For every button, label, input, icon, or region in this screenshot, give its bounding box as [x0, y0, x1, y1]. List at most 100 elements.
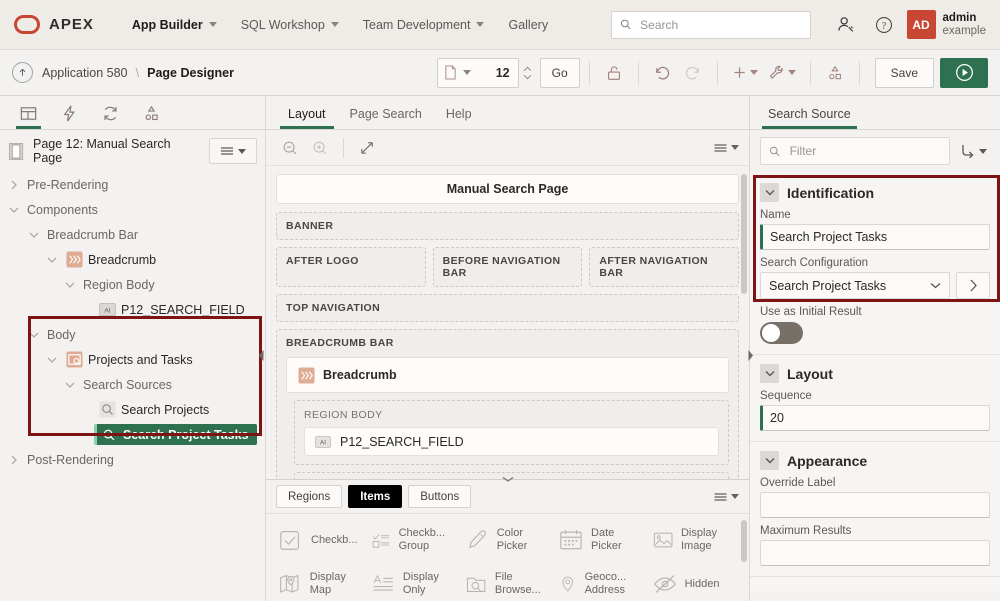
expand-icon[interactable]: [353, 134, 381, 162]
tree-node-search-project-tasks[interactable]: Search Project Tasks: [0, 422, 265, 447]
center-scrollbar[interactable]: [741, 174, 747, 471]
nav-item-gallery[interactable]: Gallery: [496, 8, 560, 42]
layout-item-p12-search-field[interactable]: AI P12_SEARCH_FIELD: [304, 427, 719, 456]
tree-node-region-body[interactable]: Region Body: [0, 272, 265, 297]
gallery-scrollbar[interactable]: [741, 520, 747, 595]
tab-processing[interactable]: [90, 97, 131, 129]
lock-icon[interactable]: [599, 58, 629, 88]
property-group-header[interactable]: Layout: [760, 364, 990, 383]
tab-search-source[interactable]: Search Source: [762, 107, 857, 129]
nav-item-team-development[interactable]: Team Development: [351, 8, 497, 42]
grid-slot-top-navigation[interactable]: TOP NAVIGATION: [276, 294, 739, 322]
tree-node-body[interactable]: Body: [0, 322, 265, 347]
grid-slot-after-logo[interactable]: AFTER LOGO: [276, 247, 426, 287]
navigate-up-icon[interactable]: [12, 62, 33, 83]
chevron-down-icon[interactable]: [760, 451, 779, 470]
grid-slot-before-navigation-bar[interactable]: BEFORE NAVIGATION BAR: [432, 247, 583, 287]
tab-help[interactable]: Help: [436, 107, 482, 129]
user-menu[interactable]: AD admin example: [906, 10, 986, 39]
stepper-down-icon[interactable]: [523, 74, 532, 80]
grid-slot-breadcrumb-bar[interactable]: BREADCRUMB BAR Breadcrumb REGION BODY AI…: [276, 329, 739, 479]
gallery-item-checkbox-group[interactable]: Checkb... Group: [367, 518, 460, 562]
field-override-label-input[interactable]: [760, 492, 990, 518]
gallery-tab-buttons[interactable]: Buttons: [408, 485, 472, 508]
gallery-item-geocoded-address[interactable]: Geoco... Address: [554, 562, 647, 601]
tree-node-post-rendering[interactable]: Post-Rendering: [0, 447, 265, 472]
tree-node-search-sources[interactable]: Search Sources: [0, 372, 265, 397]
gallery-menu-icon[interactable]: [713, 483, 739, 511]
property-group-header[interactable]: Identification: [760, 183, 990, 202]
page-selector[interactable]: 12: [436, 57, 519, 88]
property-group-header[interactable]: Appearance: [760, 451, 990, 470]
utilities-menu-button[interactable]: [763, 58, 801, 88]
page-menu-button[interactable]: [209, 138, 257, 164]
chevron-down-icon[interactable]: [26, 331, 42, 339]
selected-tree-node[interactable]: Search Project Tasks: [94, 424, 257, 445]
right-splitter-handle[interactable]: [746, 346, 755, 364]
zoom-in-icon[interactable]: [306, 134, 334, 162]
field-use-as-initial-result-toggle[interactable]: [760, 322, 803, 344]
gallery-item-file-browse[interactable]: File Browse...: [461, 562, 554, 601]
chevron-down-icon[interactable]: [62, 281, 78, 289]
chevron-right-icon[interactable]: [6, 180, 22, 190]
tree-node-search-projects[interactable]: Search Projects: [0, 397, 265, 422]
undo-icon[interactable]: [648, 58, 678, 88]
gallery-tab-items[interactable]: Items: [348, 485, 403, 508]
gallery-item-color-picker[interactable]: Color Picker: [461, 518, 554, 562]
gallery-item-checkbox[interactable]: Checkb...: [274, 518, 367, 562]
tab-dynamic-actions[interactable]: [49, 97, 90, 129]
chevron-down-icon[interactable]: [760, 364, 779, 383]
chevron-down-icon[interactable]: [44, 356, 60, 364]
run-button[interactable]: [940, 57, 988, 88]
grid-slot-banner[interactable]: BANNER: [276, 212, 739, 240]
gallery-item-display-image[interactable]: Display Image: [648, 518, 741, 562]
admin-user-icon[interactable]: [831, 10, 861, 40]
tree-node-components[interactable]: Components: [0, 197, 265, 222]
layout-region-breadcrumb[interactable]: Breadcrumb: [286, 357, 729, 393]
gallery-item-date-picker[interactable]: Date Picker: [554, 518, 647, 562]
page-card[interactable]: Manual Search Page: [276, 174, 739, 204]
tab-page-search[interactable]: Page Search: [340, 107, 432, 129]
tree-node-breadcrumb-bar[interactable]: Breadcrumb Bar: [0, 222, 265, 247]
create-menu-button[interactable]: [727, 58, 763, 88]
layout-region-body[interactable]: REGION BODY AI P12_SEARCH_FIELD: [294, 400, 729, 465]
field-name-input[interactable]: Search Project Tasks: [760, 224, 990, 250]
chevron-down-icon[interactable]: [760, 183, 779, 202]
property-filter-input[interactable]: [787, 143, 941, 159]
field-search-configuration-go-button[interactable]: [956, 272, 990, 299]
gallery-resize-handle[interactable]: [500, 472, 516, 486]
grid-slot-after-navigation-bar[interactable]: AFTER NAVIGATION BAR: [589, 247, 740, 287]
tree-node-p12-search-field[interactable]: AI P12_SEARCH_FIELD: [0, 297, 265, 322]
field-sequence-input[interactable]: 20: [760, 405, 990, 431]
tab-rendering[interactable]: [8, 97, 49, 129]
field-maximum-results-input[interactable]: [760, 540, 990, 566]
go-button[interactable]: Go: [539, 57, 580, 88]
chevron-down-icon[interactable]: [62, 381, 78, 389]
global-search-box[interactable]: [610, 10, 811, 39]
gallery-item-hidden[interactable]: Hidden: [648, 562, 741, 601]
nav-item-sql-workshop[interactable]: SQL Workshop: [229, 8, 351, 42]
tab-layout[interactable]: Layout: [278, 107, 336, 129]
shapes-icon[interactable]: [820, 58, 850, 88]
chevron-down-icon[interactable]: [44, 256, 60, 264]
stepper-up-icon[interactable]: [523, 66, 532, 72]
gallery-item-display-map[interactable]: Display Map: [274, 562, 367, 601]
tree-node-breadcrumb[interactable]: Breadcrumb: [0, 247, 265, 272]
property-filter-box[interactable]: [760, 137, 950, 165]
tree-node-pre-rendering[interactable]: Pre-Rendering: [0, 172, 265, 197]
chevron-down-icon[interactable]: [6, 206, 22, 214]
save-button[interactable]: Save: [874, 57, 934, 88]
help-icon[interactable]: ?: [869, 10, 899, 40]
gallery-tab-regions[interactable]: Regions: [276, 485, 343, 508]
chevron-right-icon[interactable]: [6, 455, 22, 465]
page-number-stepper[interactable]: [523, 66, 532, 80]
chevron-down-icon[interactable]: [26, 231, 42, 239]
gallery-item-display-only[interactable]: A Display Only: [367, 562, 460, 601]
zoom-out-icon[interactable]: [276, 134, 304, 162]
property-groups-menu[interactable]: [956, 137, 990, 165]
nav-item-app-builder[interactable]: App Builder: [120, 8, 229, 42]
layout-menu-icon[interactable]: [713, 134, 739, 162]
left-splitter-handle[interactable]: [257, 346, 266, 364]
tab-shared-components[interactable]: [131, 97, 172, 129]
field-search-configuration-select[interactable]: Search Project Tasks: [760, 272, 950, 299]
